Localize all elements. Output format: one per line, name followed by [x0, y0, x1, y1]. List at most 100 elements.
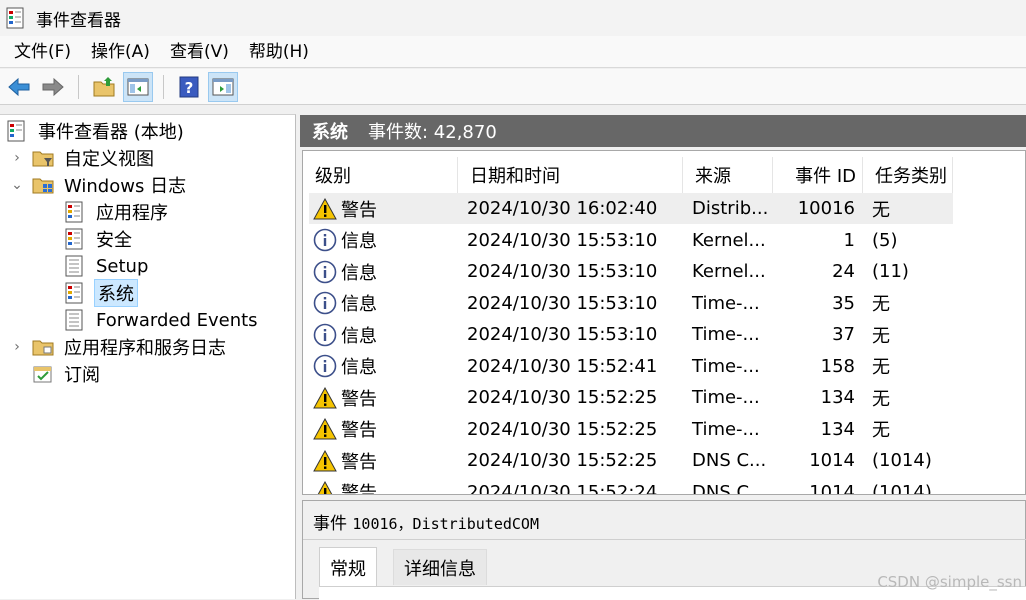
event-date: 2024/10/30 15:53:10: [467, 256, 657, 287]
help-icon[interactable]: ?: [174, 72, 204, 102]
event-date: 2024/10/30 15:53:10: [467, 225, 657, 256]
event-row[interactable]: 信息2024/10/30 15:53:10Kernel...24(11): [309, 256, 953, 287]
menu-view[interactable]: 查看(V): [162, 38, 241, 66]
event-level: 信息: [313, 351, 377, 382]
column-header-source[interactable]: 来源: [683, 157, 773, 193]
event-source: DNS C...: [692, 477, 766, 496]
tree-item-system[interactable]: 系统: [64, 280, 138, 306]
warning-icon: [313, 480, 337, 495]
event-row[interactable]: 信息2024/10/30 15:53:10Time-...37无: [309, 319, 953, 350]
info-icon: [313, 291, 337, 315]
event-row[interactable]: 警告2024/10/30 15:52:25DNS C...1014(1014): [309, 445, 953, 476]
event-date: 2024/10/30 16:02:40: [467, 193, 657, 224]
tree-item-label: Windows 日志: [62, 172, 188, 198]
event-level-text: 信息: [341, 322, 377, 348]
event-task: 无: [872, 351, 890, 382]
event-level: 信息: [313, 225, 377, 256]
menu-action[interactable]: 操作(A): [83, 38, 162, 66]
tab-general[interactable]: 常规: [319, 547, 377, 587]
column-header-date[interactable]: 日期和时间: [458, 157, 683, 193]
tree-item-forwarded-events[interactable]: Forwarded Events: [64, 307, 260, 333]
event-id: 1: [775, 225, 855, 256]
tree-item-custom-views[interactable]: › 自定义视图: [8, 145, 156, 171]
event-task: (1014): [872, 477, 932, 496]
folder-icon: [32, 336, 54, 358]
log-plain-icon: [64, 255, 86, 277]
warning-icon: [313, 417, 337, 441]
info-icon: [313, 260, 337, 284]
detail-event-ref: 10016，DistributedCOM: [352, 515, 539, 533]
tree-item-label: Forwarded Events: [94, 310, 260, 331]
event-row[interactable]: 信息2024/10/30 15:52:41Time-...158无: [309, 351, 953, 382]
event-source: Kernel...: [692, 256, 766, 287]
event-source: Distrib...: [692, 193, 768, 224]
menu-help[interactable]: 帮助(H): [241, 38, 321, 66]
event-source: Time-...: [692, 351, 760, 382]
event-id: 158: [775, 351, 855, 382]
back-arrow-icon[interactable]: [4, 72, 34, 102]
show-hide-tree-icon[interactable]: [123, 72, 153, 102]
tree-item-windows-logs[interactable]: ⌄ Windows 日志: [8, 172, 188, 198]
event-date: 2024/10/30 15:53:10: [467, 288, 657, 319]
log-icon: [64, 228, 86, 250]
detail-title: 事件 10016，DistributedCOM: [313, 509, 539, 534]
event-level: 信息: [313, 256, 377, 287]
tree-item-subscriptions[interactable]: 订阅: [32, 361, 102, 387]
chevron-down-icon[interactable]: ⌄: [8, 177, 26, 193]
event-level: 警告: [313, 382, 377, 413]
info-icon: [313, 323, 337, 347]
event-id: 134: [775, 414, 855, 445]
event-source: DNS C...: [692, 445, 766, 476]
log-title: 系统: [312, 118, 348, 144]
folder-up-icon[interactable]: [89, 72, 119, 102]
menu-bar: 文件(F) 操作(A) 查看(V) 帮助(H): [0, 36, 1026, 68]
chevron-right-icon[interactable]: ›: [8, 150, 26, 166]
tree-item-setup[interactable]: Setup: [64, 253, 150, 279]
events-list: 级别 日期和时间 来源 事件 ID 任务类别 警告 2024/10/30 16:0…: [302, 150, 1026, 495]
event-id: 1014: [775, 477, 855, 496]
event-level: 警告: [313, 445, 377, 476]
event-level-text: 警告: [341, 196, 377, 222]
menu-file[interactable]: 文件(F): [6, 38, 83, 66]
event-level: 信息: [313, 319, 377, 350]
event-row[interactable]: 信息2024/10/30 15:53:10Kernel...1(5): [309, 225, 953, 256]
event-row[interactable]: 警告2024/10/30 16:02:40Distrib...10016无: [309, 193, 953, 224]
tree-item-root[interactable]: 事件查看器 (本地): [6, 118, 186, 144]
tree-item-application[interactable]: 应用程序: [64, 199, 170, 225]
event-row[interactable]: 信息2024/10/30 15:53:10Time-...35无: [309, 288, 953, 319]
pane-splitter[interactable]: [296, 114, 300, 599]
info-icon: [313, 228, 337, 252]
event-task: (1014): [872, 445, 932, 476]
tree-item-label: 应用程序和服务日志: [62, 334, 228, 360]
event-id: 1014: [775, 445, 855, 476]
column-header-event-id[interactable]: 事件 ID: [773, 157, 863, 193]
log-icon: [64, 201, 86, 223]
event-task: 无: [872, 382, 890, 413]
tree-item-label: 安全: [94, 226, 134, 252]
event-id: 10016: [775, 193, 855, 224]
event-row[interactable]: 警告2024/10/30 15:52:24DNS C...1014(1014): [309, 477, 953, 496]
event-level: 信息: [313, 288, 377, 319]
event-date: 2024/10/30 15:52:25: [467, 414, 657, 445]
tree-item-label: 订阅: [62, 361, 102, 387]
chevron-right-icon[interactable]: ›: [8, 339, 26, 355]
event-level-text: 警告: [341, 385, 377, 411]
column-header-task[interactable]: 任务类别: [863, 157, 953, 193]
event-task: 无: [872, 288, 890, 319]
event-source: Time-...: [692, 382, 760, 413]
event-viewer-icon: [6, 120, 28, 142]
event-row[interactable]: 警告2024/10/30 15:52:25Time-...134无: [309, 414, 953, 445]
event-level: 警告: [313, 414, 377, 445]
tree-item-security[interactable]: 安全: [64, 226, 134, 252]
forward-arrow-icon[interactable]: [38, 72, 68, 102]
window-title: 事件查看器: [36, 6, 121, 31]
show-hide-action-pane-icon[interactable]: [208, 72, 238, 102]
title-bar: 事件查看器: [0, 0, 1026, 36]
event-date: 2024/10/30 15:53:10: [467, 319, 657, 350]
tree-item-app-service-logs[interactable]: › 应用程序和服务日志: [8, 334, 228, 360]
tree-item-label: 应用程序: [94, 199, 170, 225]
tab-details[interactable]: 详细信息: [393, 549, 487, 585]
column-header-level[interactable]: 级别: [303, 157, 458, 193]
event-row[interactable]: 警告2024/10/30 15:52:25Time-...134无: [309, 382, 953, 413]
tree-item-label: 事件查看器 (本地): [36, 118, 186, 144]
